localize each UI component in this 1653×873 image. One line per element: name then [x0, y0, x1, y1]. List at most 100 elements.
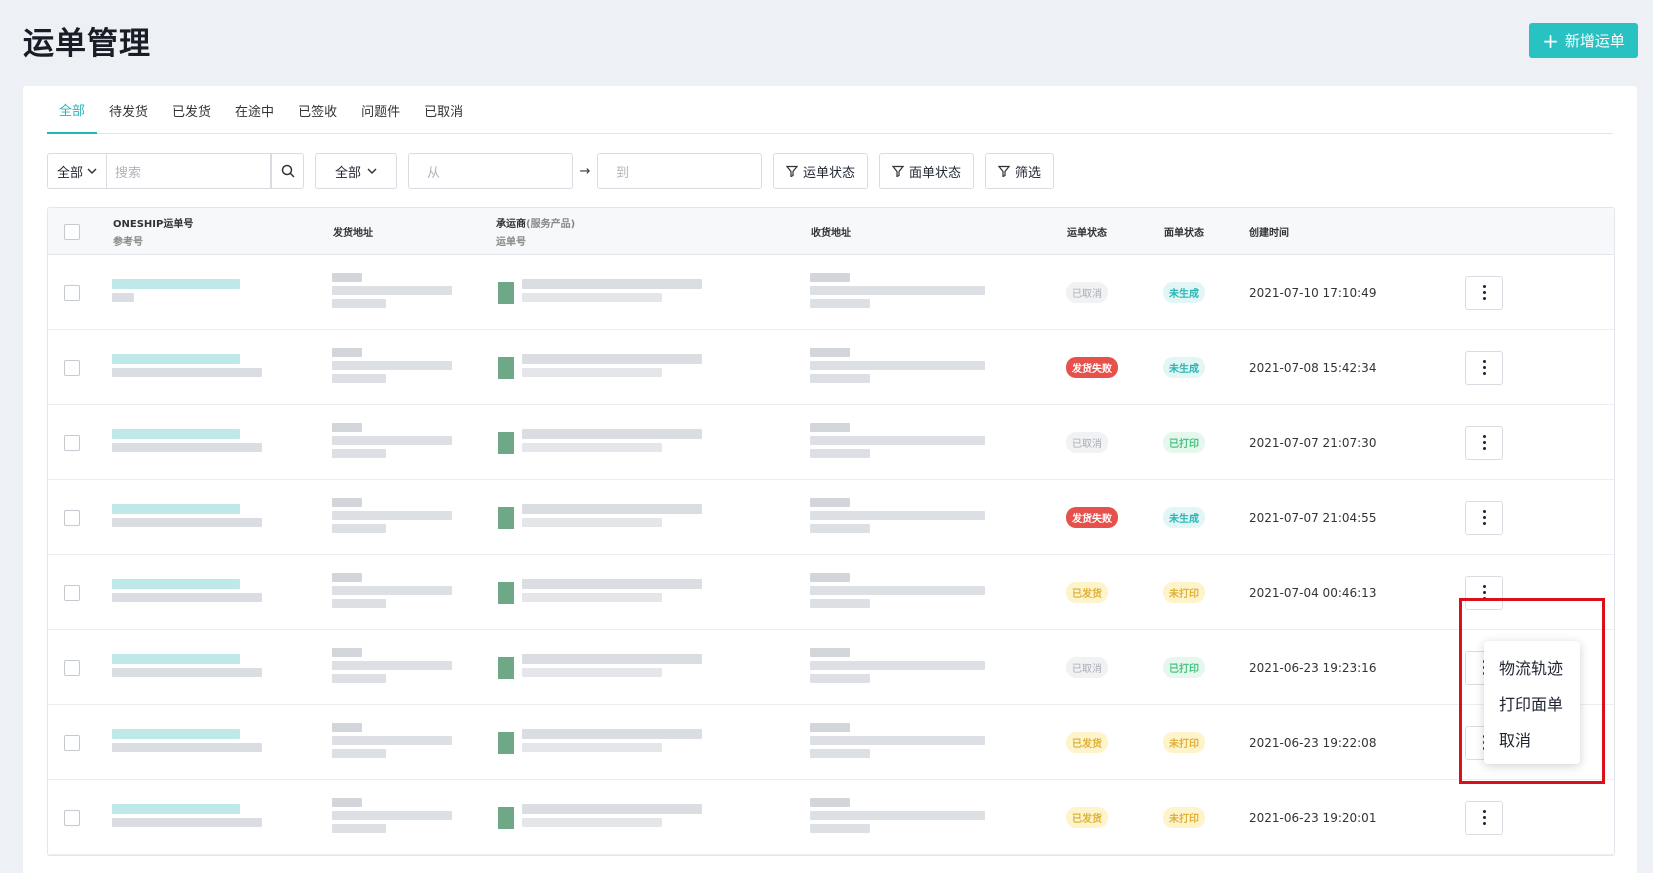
redacted-receiver-address — [810, 255, 985, 330]
created-time-cell: 2021-06-23 19:22:08 — [1249, 705, 1376, 780]
redacted-oneship-number[interactable] — [112, 405, 262, 480]
created-time: 2021-06-23 19:22:08 — [1249, 735, 1377, 750]
table-row: 已发货 未打印 2021-07-04 00:46:13 — [48, 555, 1614, 630]
label-status-badge: 未打印 — [1163, 732, 1205, 753]
label-status-cell: 未打印 — [1163, 780, 1205, 855]
waybill-table: ONESHIP运单号 参考号 发货地址 承运商(服务产品) 运单号 收货地址 运… — [47, 207, 1615, 856]
redacted-oneship-number[interactable] — [112, 330, 262, 405]
row-checkbox-cell — [64, 255, 80, 330]
date-to-input[interactable]: 到 — [597, 153, 762, 189]
waybill-status-badge: 已取消 — [1066, 282, 1108, 303]
created-time-cell: 2021-07-07 21:07:30 — [1249, 405, 1376, 480]
label-status-badge: 已打印 — [1163, 657, 1205, 678]
label-status-badge: 未打印 — [1163, 807, 1205, 828]
tab-in-transit[interactable]: 在途中 — [223, 86, 286, 134]
more-actions-button[interactable] — [1465, 800, 1503, 835]
filter-icon — [892, 165, 905, 177]
redacted-oneship-number[interactable] — [112, 255, 240, 330]
select-all-cell — [64, 208, 80, 255]
table-header: ONESHIP运单号 参考号 发货地址 承运商(服务产品) 运单号 收货地址 运… — [48, 208, 1614, 255]
label-status-filter-button[interactable]: 面单状态 — [879, 153, 975, 189]
redacted-oneship-number[interactable] — [112, 555, 262, 630]
search-button[interactable] — [271, 153, 304, 189]
row-checkbox-cell — [64, 705, 80, 780]
table-row: 发货失败 未生成 2021-07-07 21:04:55 — [48, 480, 1614, 555]
created-time-cell: 2021-06-23 19:23:16 — [1249, 630, 1376, 705]
search-input[interactable]: 搜索 — [107, 153, 271, 189]
tab-pending[interactable]: 待发货 — [97, 86, 160, 134]
header-carrier-paren: (服务产品) — [526, 219, 576, 230]
label-status-cell: 已打印 — [1163, 405, 1205, 480]
tab-all[interactable]: 全部 — [47, 86, 98, 134]
redacted-oneship-number[interactable] — [112, 780, 262, 855]
redacted-sender-address — [332, 705, 452, 780]
scope-select-value: 全部 — [56, 165, 83, 181]
add-waybill-button[interactable]: + 新增运单 — [1529, 23, 1638, 58]
row-checkbox[interactable] — [64, 509, 80, 526]
more-actions-button[interactable] — [1465, 350, 1503, 385]
row-checkbox-cell — [64, 330, 80, 405]
row-checkbox[interactable] — [64, 734, 80, 751]
label-status-cell: 未生成 — [1163, 255, 1205, 330]
created-time: 2021-07-10 17:10:49 — [1249, 285, 1377, 300]
row-checkbox-cell — [64, 630, 80, 705]
header-carrier: 承运商(服务产品) 运单号 — [496, 208, 575, 255]
waybill-status-badge: 已发货 — [1066, 807, 1108, 828]
row-checkbox[interactable] — [64, 284, 80, 301]
menu-item-print-label[interactable]: 打印面单 — [1484, 685, 1580, 721]
header-sender: 发货地址 — [333, 208, 373, 255]
redacted-carrier — [498, 705, 702, 780]
tab-cancelled[interactable]: 已取消 — [412, 86, 475, 134]
redacted-oneship-number[interactable] — [112, 480, 262, 555]
created-time-cell: 2021-07-07 21:04:55 — [1249, 480, 1376, 555]
table-row: 已取消 未生成 2021-07-10 17:10:49 — [48, 255, 1614, 330]
waybill-status-cell: 发货失败 — [1066, 480, 1118, 555]
more-filter-button[interactable]: 筛选 — [985, 153, 1055, 189]
created-time-cell: 2021-07-08 15:42:34 — [1249, 330, 1376, 405]
label-status-cell: 未打印 — [1163, 705, 1205, 780]
more-actions-button[interactable] — [1465, 275, 1503, 310]
header-created-label: 创建时间 — [1249, 228, 1289, 239]
redacted-oneship-number[interactable] — [112, 630, 262, 705]
status-tabs: 全部 待发货 已发货 在途中 已签收 问题件 已取消 — [47, 86, 1613, 134]
table-row: 已取消 已打印 2021-06-23 19:23:16 — [48, 630, 1614, 705]
filter-icon — [998, 165, 1011, 177]
table-row: 已发货 未打印 2021-06-23 19:20:01 — [48, 780, 1614, 855]
redacted-oneship-number[interactable] — [112, 705, 262, 780]
redacted-receiver-address — [810, 780, 985, 855]
header-carrier-sub: 运单号 — [496, 237, 526, 248]
row-checkbox-cell — [64, 780, 80, 855]
redacted-carrier — [498, 330, 702, 405]
created-time-cell: 2021-07-10 17:10:49 — [1249, 255, 1376, 330]
redacted-carrier — [498, 555, 702, 630]
created-time: 2021-07-08 15:42:34 — [1249, 360, 1377, 375]
select-all-checkbox[interactable] — [64, 223, 80, 240]
redacted-carrier — [498, 780, 702, 855]
more-actions-button[interactable] — [1465, 575, 1503, 610]
tab-problem[interactable]: 问题件 — [349, 86, 412, 134]
row-checkbox[interactable] — [64, 434, 80, 451]
row-checkbox[interactable] — [64, 659, 80, 676]
waybill-status-cell: 已取消 — [1066, 255, 1108, 330]
waybill-status-cell: 已发货 — [1066, 555, 1108, 630]
more-actions-button[interactable] — [1465, 500, 1503, 535]
label-status-badge: 未打印 — [1163, 582, 1205, 603]
scope-select[interactable]: 全部 — [47, 153, 107, 189]
date-from-input[interactable]: 从 — [408, 153, 573, 189]
more-vertical-icon — [1482, 360, 1486, 375]
row-checkbox[interactable] — [64, 359, 80, 376]
more-actions-button[interactable] — [1465, 425, 1503, 460]
waybill-status-filter-label: 运单状态 — [803, 165, 856, 181]
redacted-sender-address — [332, 330, 452, 405]
tab-shipped[interactable]: 已发货 — [160, 86, 223, 134]
label-status-cell: 未生成 — [1163, 480, 1205, 555]
menu-item-cancel[interactable]: 取消 — [1484, 721, 1580, 757]
tab-signed[interactable]: 已签收 — [286, 86, 349, 134]
menu-item-tracking[interactable]: 物流轨迹 — [1484, 649, 1580, 685]
type-select[interactable]: 全部 — [315, 153, 397, 189]
chevron-down-icon — [367, 168, 377, 175]
waybill-status-filter-button[interactable]: 运单状态 — [773, 153, 869, 189]
waybill-status-cell: 已取消 — [1066, 405, 1108, 480]
row-checkbox[interactable] — [64, 809, 80, 826]
row-checkbox[interactable] — [64, 584, 80, 601]
